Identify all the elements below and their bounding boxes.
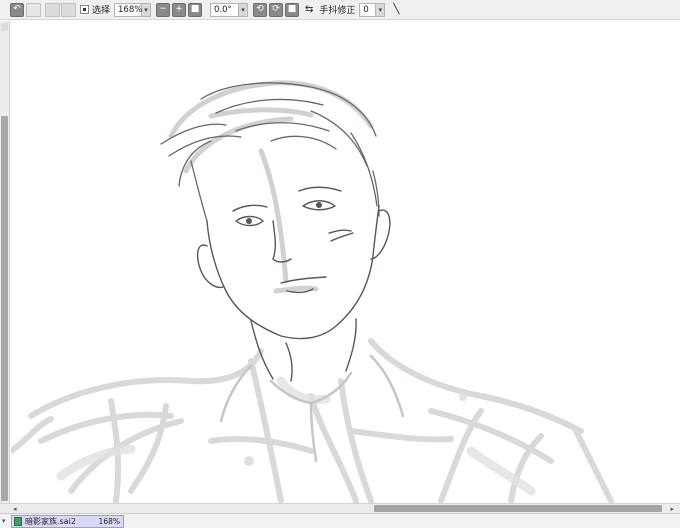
stabilizer-field[interactable]: 0 xyxy=(359,2,377,17)
chevron-down-icon: ▾ xyxy=(241,5,245,14)
rotate-reset-button[interactable]: ■ xyxy=(285,2,300,17)
vertical-scrollbar[interactable] xyxy=(0,21,10,503)
toolbar-block-2[interactable] xyxy=(45,2,60,17)
scroll-left-icon[interactable]: ◂ xyxy=(13,505,17,513)
zoom-in-button[interactable]: + xyxy=(172,2,187,17)
rotate-left-button[interactable]: ⟲ xyxy=(253,2,268,17)
drawing-canvas[interactable] xyxy=(11,21,680,503)
undo-button[interactable]: ↶ xyxy=(10,2,24,17)
toolbar-block-3[interactable] xyxy=(61,2,76,17)
scroll-right-icon[interactable]: ▸ xyxy=(670,505,674,513)
document-filename: 暗影家族.sai2 xyxy=(25,517,76,526)
document-zoom: 168% xyxy=(98,517,120,526)
stabilizer-dropdown[interactable]: ▾ xyxy=(376,2,386,17)
square-icon: ■ xyxy=(287,4,297,14)
horizontal-scroll-thumb[interactable] xyxy=(374,505,662,512)
document-tab[interactable]: 暗影家族.sai2 168% xyxy=(11,515,124,528)
view-toolbar: ↶ 选择 168% ▾ − + ■ 0.0° ▾ ⟲ ⟳ ■ ⇆ 手抖修正 0 … xyxy=(0,0,680,20)
pen-icon[interactable]: ╲ xyxy=(393,4,399,15)
zoom-reset-button[interactable]: ■ xyxy=(188,2,203,17)
document-tab-bar: ▾ 暗影家族.sai2 168% xyxy=(0,513,680,528)
toolbar-block-1[interactable] xyxy=(26,2,41,17)
arrow-undo-icon: ↶ xyxy=(13,4,21,14)
rotation-field[interactable]: 0.0° xyxy=(210,2,240,17)
horizontal-scrollbar[interactable]: ◂ ▸ xyxy=(0,503,680,513)
select-checkbox[interactable] xyxy=(80,5,89,14)
flip-icon[interactable]: ⇆ xyxy=(305,4,313,15)
select-label: 选择 xyxy=(92,6,111,16)
plus-icon: + xyxy=(175,4,183,14)
zoom-out-button[interactable]: − xyxy=(156,2,171,17)
rotation-dropdown[interactable]: ▾ xyxy=(239,2,249,17)
scrollbar-cap xyxy=(1,23,8,31)
rotate-left-icon: ⟲ xyxy=(256,4,264,14)
sketch-artwork xyxy=(11,80,614,503)
expand-triangle-icon[interactable]: ▾ xyxy=(2,517,6,525)
minus-icon: − xyxy=(159,4,167,14)
rotate-right-button[interactable]: ⟳ xyxy=(269,2,284,17)
square-icon: ■ xyxy=(190,4,200,14)
chevron-down-icon: ▾ xyxy=(378,5,383,14)
chevron-down-icon: ▾ xyxy=(144,5,148,14)
zoom-dropdown[interactable]: ▾ xyxy=(142,2,152,17)
file-icon xyxy=(14,517,22,526)
vertical-scroll-thumb[interactable] xyxy=(1,116,8,501)
stabilizer-label: 手抖修正 xyxy=(319,6,356,16)
zoom-field[interactable]: 168% xyxy=(114,2,142,17)
rotate-right-icon: ⟳ xyxy=(272,4,280,14)
